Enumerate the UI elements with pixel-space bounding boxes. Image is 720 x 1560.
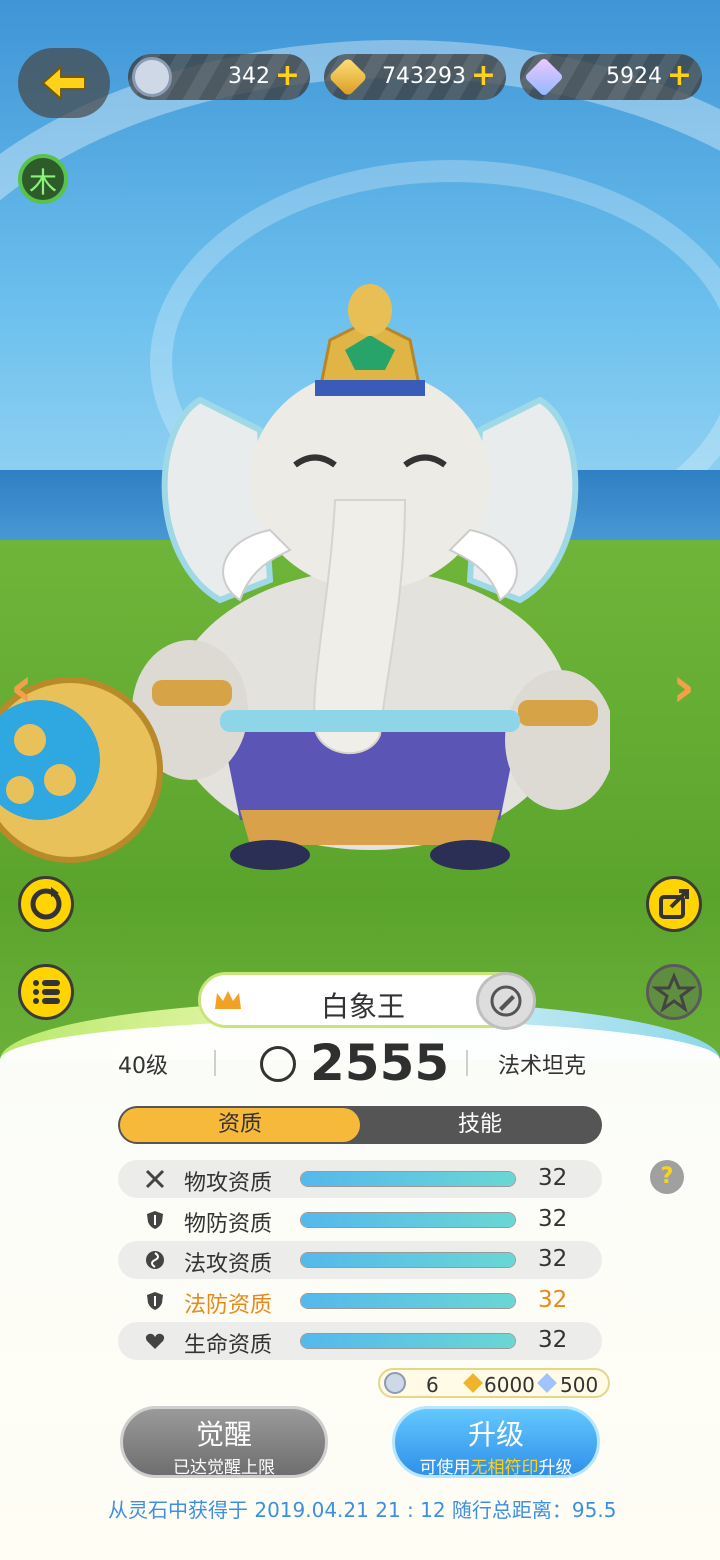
upgrade-sub-item: 无相符印 <box>470 1458 539 1478</box>
shield-icon <box>147 1291 163 1310</box>
awaken-sub-label: 已达觉醒上限 <box>173 1458 275 1478</box>
acquisition-info: 从灵石中获得于 2019.04.21 21 : 12 随行总距离：95.5 <box>108 1498 617 1522</box>
stat-bar <box>300 1252 516 1268</box>
cost-token-value: 6 <box>426 1373 439 1397</box>
gold-crystal-value: 743293 <box>382 64 466 89</box>
divider <box>214 1050 216 1076</box>
cost-gold-value: 6000 <box>484 1373 535 1397</box>
resource-pet-token[interactable]: 342 + <box>128 54 310 100</box>
stat-label: 生命资质 <box>184 1333 273 1358</box>
element-wood-badge: 木 <box>18 154 68 204</box>
resource-diamond[interactable]: 5924 + <box>520 54 702 100</box>
stat-value: 32 <box>538 1246 568 1272</box>
diamond-value: 5924 <box>606 64 662 89</box>
crossed-swords-icon <box>145 1169 165 1189</box>
stat-row-health: 生命资质 32 <box>118 1322 602 1360</box>
stat-value: 32 <box>538 1327 568 1353</box>
rename-button[interactable] <box>476 972 536 1030</box>
stat-bar <box>300 1333 516 1349</box>
list-icon <box>33 980 60 1004</box>
divider <box>466 1050 468 1076</box>
stat-value: 32 <box>538 1205 568 1232</box>
resource-gold-crystal[interactable]: 743293 + <box>324 54 506 100</box>
pencil-icon <box>490 985 522 1017</box>
stat-label: 法攻资质 <box>184 1252 273 1277</box>
swirl-icon <box>146 1251 164 1269</box>
stat-bar-fill <box>301 1172 515 1186</box>
stat-bar-fill <box>301 1293 515 1308</box>
tab-skills[interactable]: 技能 <box>360 1106 600 1144</box>
info-tabs: 资质 技能 <box>118 1106 602 1144</box>
awaken-button[interactable]: 觉醒 已达觉醒上限 <box>120 1406 328 1478</box>
stat-bar <box>300 1211 516 1228</box>
add-pet-token-button[interactable]: + <box>275 58 300 93</box>
stat-row-physical-defense: 物防资质 32 <box>118 1201 602 1239</box>
stat-value: 32 <box>538 1165 568 1191</box>
back-arrow-icon <box>41 64 86 102</box>
add-gold-crystal-button[interactable]: + <box>471 58 496 93</box>
stat-label: 法防资质 <box>184 1292 273 1318</box>
pet-token-value: 342 <box>228 64 270 89</box>
back-button[interactable] <box>18 48 110 118</box>
stat-row-magic-defense: 法防资质 32 <box>118 1282 602 1320</box>
diamond-icon <box>537 1373 557 1393</box>
help-button[interactable]: ? <box>650 1160 684 1194</box>
pet-token-icon <box>384 1372 406 1394</box>
stat-bar-fill <box>301 1253 515 1267</box>
stat-value: 32 <box>538 1286 568 1313</box>
favorite-button[interactable] <box>646 964 702 1020</box>
add-diamond-button[interactable]: + <box>667 58 692 93</box>
stat-row-magic-attack: 法攻资质 32 <box>118 1241 602 1279</box>
diamond-icon <box>524 57 564 97</box>
share-icon <box>659 889 689 919</box>
gold-crystal-icon <box>463 1373 483 1393</box>
next-pet-arrow-icon[interactable]: › <box>672 655 695 720</box>
previous-pet-arrow-icon[interactable]: ‹ <box>10 655 33 720</box>
gold-crystal-icon <box>328 57 368 97</box>
heart-icon <box>145 1333 165 1349</box>
stat-bar-fill <box>301 1212 515 1227</box>
combat-power-icon <box>260 1046 296 1082</box>
cost-diamond-value: 500 <box>560 1373 599 1397</box>
rotate-view-button[interactable] <box>18 876 74 932</box>
pet-role: 法术坦克 <box>498 1054 587 1079</box>
star-icon <box>651 972 697 1013</box>
white-elephant-king-character[interactable] <box>130 280 610 880</box>
stat-bar-fill <box>301 1334 515 1348</box>
upgrade-sub-label: 可使用无相符印升级 <box>395 1453 597 1478</box>
stat-label: 物防资质 <box>184 1211 273 1237</box>
stat-bar <box>300 1171 516 1187</box>
upgrade-label: 升级 <box>467 1418 524 1451</box>
menu-list-button[interactable] <box>18 964 74 1020</box>
stat-row-physical-attack: 物攻资质 32 <box>118 1160 602 1198</box>
pet-token-icon <box>132 57 172 97</box>
stat-label: 物攻资质 <box>184 1171 273 1196</box>
shield-icon <box>147 1210 163 1229</box>
rotate-icon <box>30 887 62 920</box>
upgrade-cost-bar: 6 6000 500 <box>378 1368 610 1398</box>
upgrade-sub-post: 升级 <box>538 1458 573 1478</box>
tab-aptitude[interactable]: 资质 <box>120 1108 360 1142</box>
stat-bar <box>300 1292 516 1309</box>
awaken-label: 觉醒 <box>195 1418 252 1451</box>
share-button[interactable] <box>646 876 702 932</box>
upgrade-button[interactable]: 升级 可使用无相符印升级 <box>392 1406 600 1478</box>
combat-power-value: 2555 <box>310 1034 450 1092</box>
pet-level: 40级 <box>118 1054 168 1079</box>
aptitude-list: 物攻资质 32 物防资质 32 法攻资质 32 法防资质 32 生命资质 32 <box>118 1160 602 1363</box>
upgrade-sub-pre: 可使用 <box>419 1458 471 1478</box>
